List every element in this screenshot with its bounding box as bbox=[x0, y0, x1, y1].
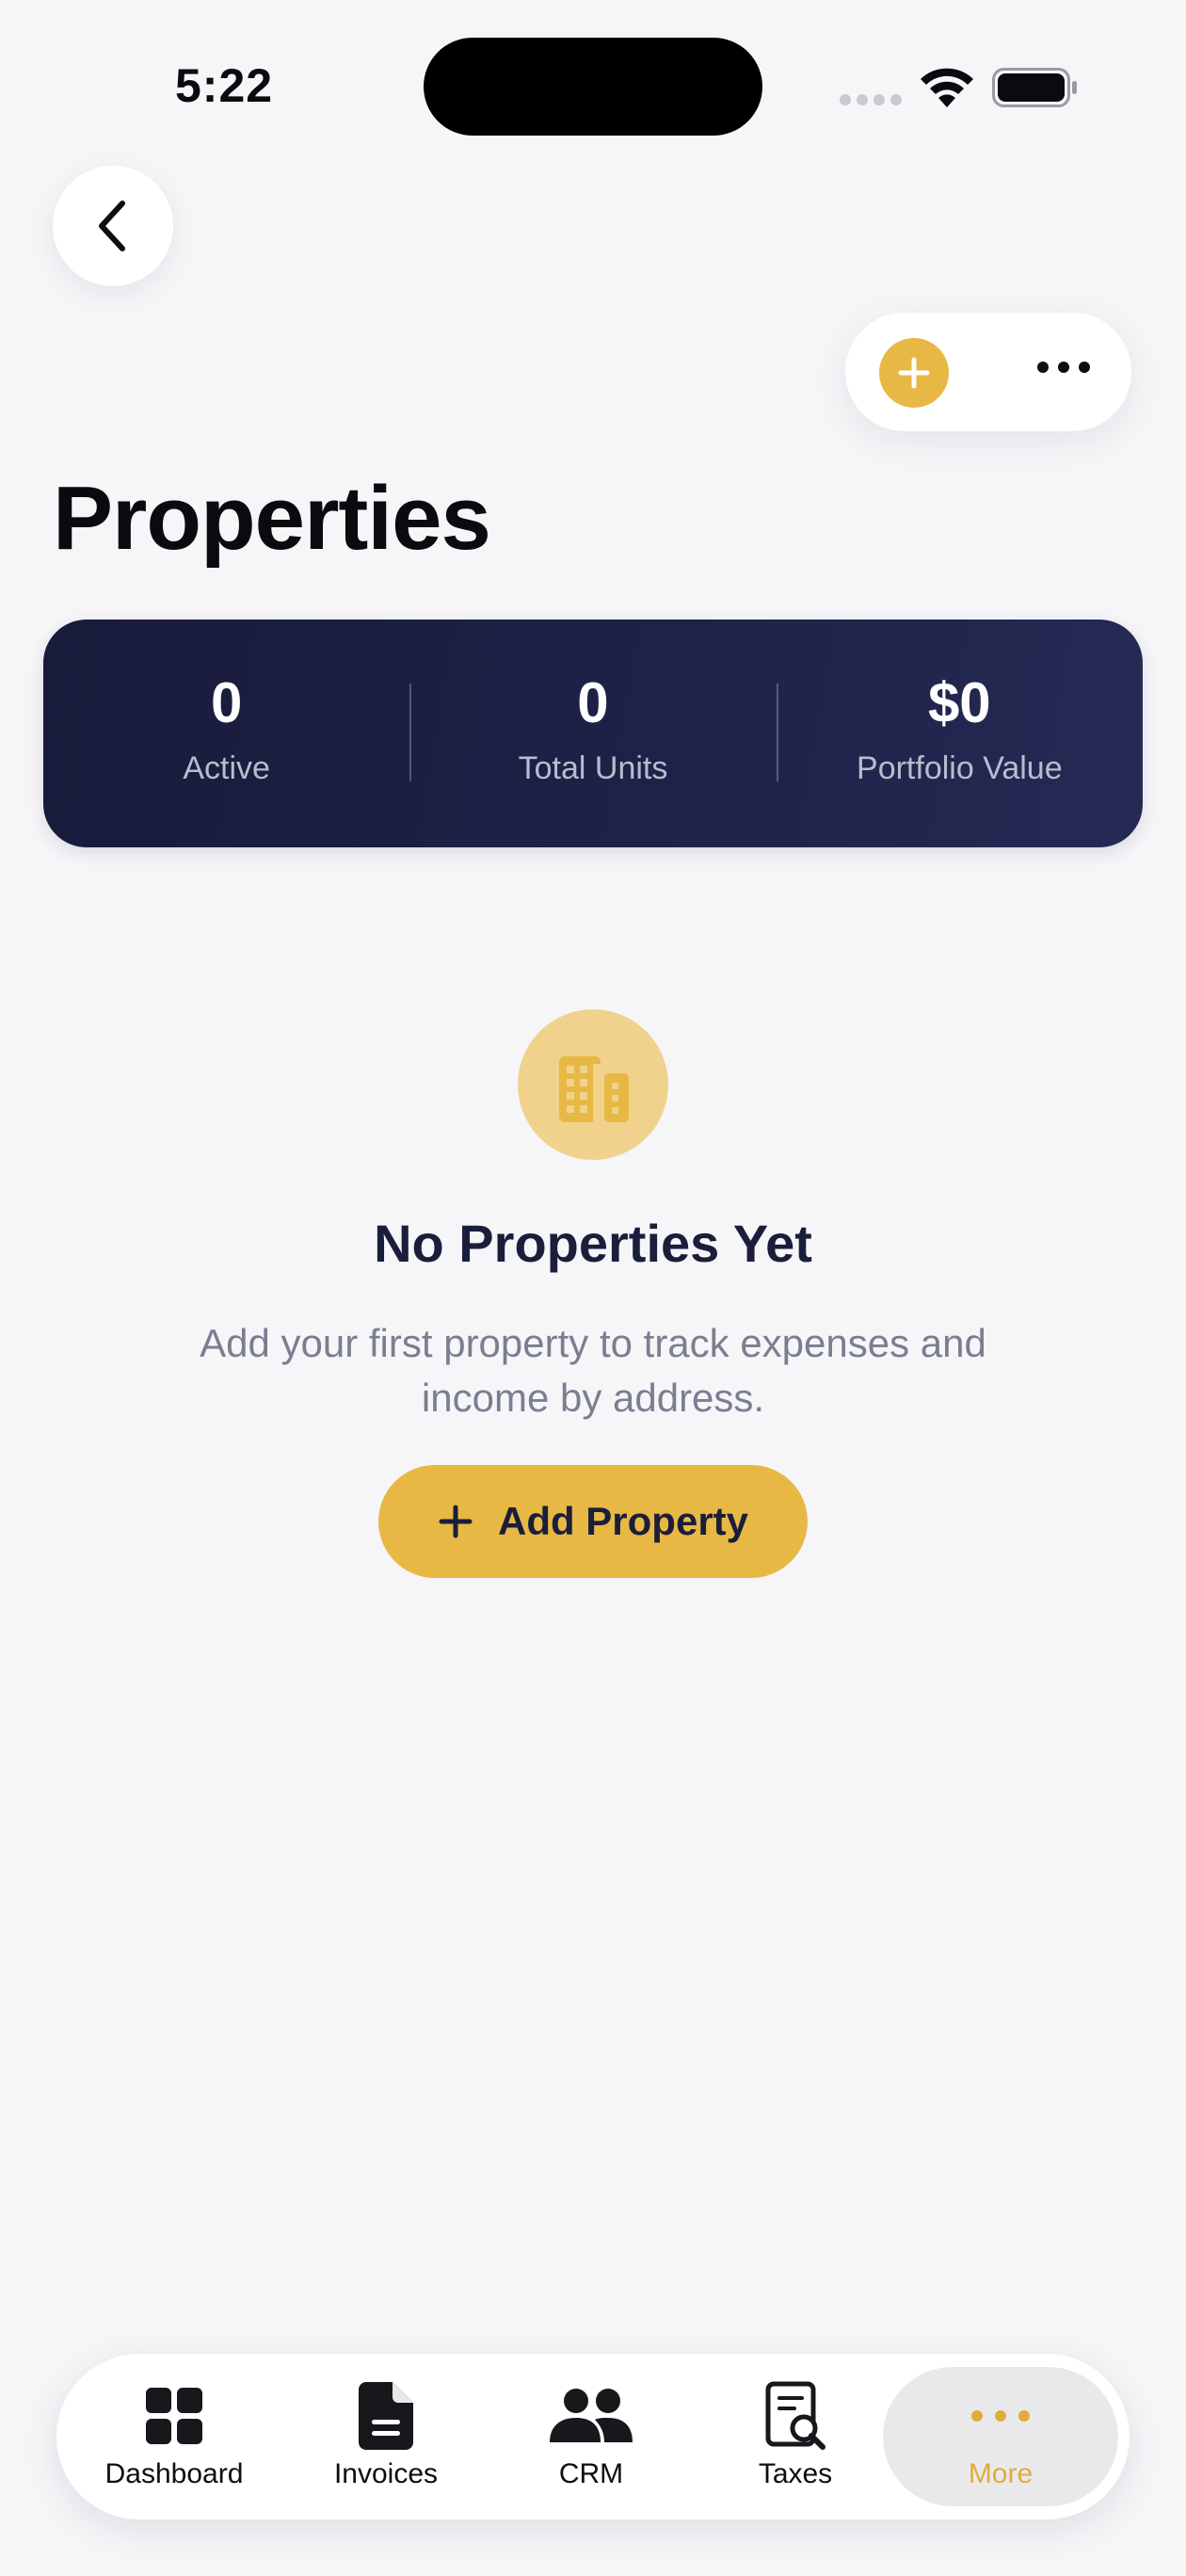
properties-screen: 5:22 Properties 0 Active 0 Total Units $… bbox=[0, 0, 1186, 2576]
stats-card: 0 Active 0 Total Units $0 Portfolio Valu… bbox=[43, 620, 1143, 847]
stat-value: 0 bbox=[577, 670, 609, 734]
tab-taxes[interactable]: Taxes bbox=[678, 2354, 913, 2520]
stat-portfolio-value: $0 Portfolio Value bbox=[776, 620, 1143, 847]
building-icon bbox=[518, 1009, 668, 1160]
tab-label: Invoices bbox=[333, 2458, 439, 2489]
page-title: Properties bbox=[53, 468, 491, 569]
grid-icon bbox=[146, 2388, 202, 2444]
plus-icon bbox=[898, 357, 930, 389]
tab-label: More bbox=[968, 2458, 1034, 2489]
wifi-icon bbox=[921, 68, 973, 107]
tab-label: Dashboard bbox=[104, 2458, 244, 2489]
stat-label: Active bbox=[183, 749, 270, 786]
tab-label: CRM bbox=[558, 2458, 624, 2489]
tab-label: Taxes bbox=[758, 2458, 833, 2489]
battery-icon bbox=[992, 68, 1077, 107]
dynamic-island bbox=[424, 38, 762, 136]
empty-state-description: Add your first property to track expense… bbox=[200, 1321, 986, 1420]
add-button[interactable] bbox=[879, 338, 949, 408]
stat-total-units: 0 Total Units bbox=[409, 620, 776, 847]
status-time: 5:22 bbox=[175, 59, 274, 112]
document-icon bbox=[359, 2382, 413, 2450]
plus-icon bbox=[439, 1505, 473, 1538]
empty-state-title: No Properties Yet bbox=[374, 1214, 812, 1273]
receipt-search-icon bbox=[765, 2381, 825, 2450]
tab-more[interactable]: More bbox=[883, 2354, 1118, 2520]
tab-dashboard[interactable]: Dashboard bbox=[56, 2354, 292, 2520]
tab-invoices[interactable]: Invoices bbox=[268, 2354, 504, 2520]
stat-value: 0 bbox=[210, 670, 243, 734]
stat-active: 0 Active bbox=[43, 620, 409, 847]
action-pill bbox=[845, 313, 1131, 431]
people-icon bbox=[550, 2389, 633, 2442]
tab-bar: Dashboard Invoices CRM Taxes More bbox=[56, 2354, 1130, 2520]
back-button[interactable] bbox=[53, 166, 173, 286]
more-options-icon[interactable] bbox=[1037, 362, 1090, 373]
stat-label: Portfolio Value bbox=[857, 749, 1063, 786]
add-property-button[interactable]: Add Property bbox=[378, 1465, 808, 1578]
stat-label: Total Units bbox=[518, 749, 668, 786]
tab-crm[interactable]: CRM bbox=[473, 2354, 709, 2520]
stat-value: $0 bbox=[927, 670, 991, 734]
chevron-left-icon bbox=[99, 201, 125, 251]
ellipsis-icon bbox=[971, 2410, 1030, 2422]
cellular-signal-icon bbox=[840, 94, 902, 105]
add-property-label: Add Property bbox=[497, 1499, 749, 1543]
